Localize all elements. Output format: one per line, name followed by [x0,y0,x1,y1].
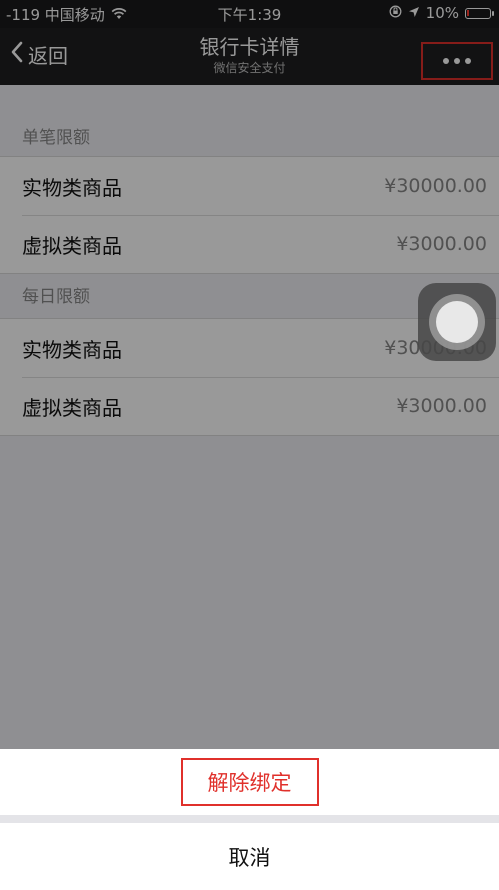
assistive-touch-button[interactable] [418,283,496,361]
unbind-card-label: 解除绑定 [180,758,319,806]
cancel-button[interactable]: 取消 [0,823,499,890]
unbind-card-button[interactable]: 解除绑定 [0,749,499,815]
assistive-touch-core [436,301,478,343]
action-sheet: 解除绑定 取消 [0,749,499,890]
assistive-touch-icon [429,294,485,350]
